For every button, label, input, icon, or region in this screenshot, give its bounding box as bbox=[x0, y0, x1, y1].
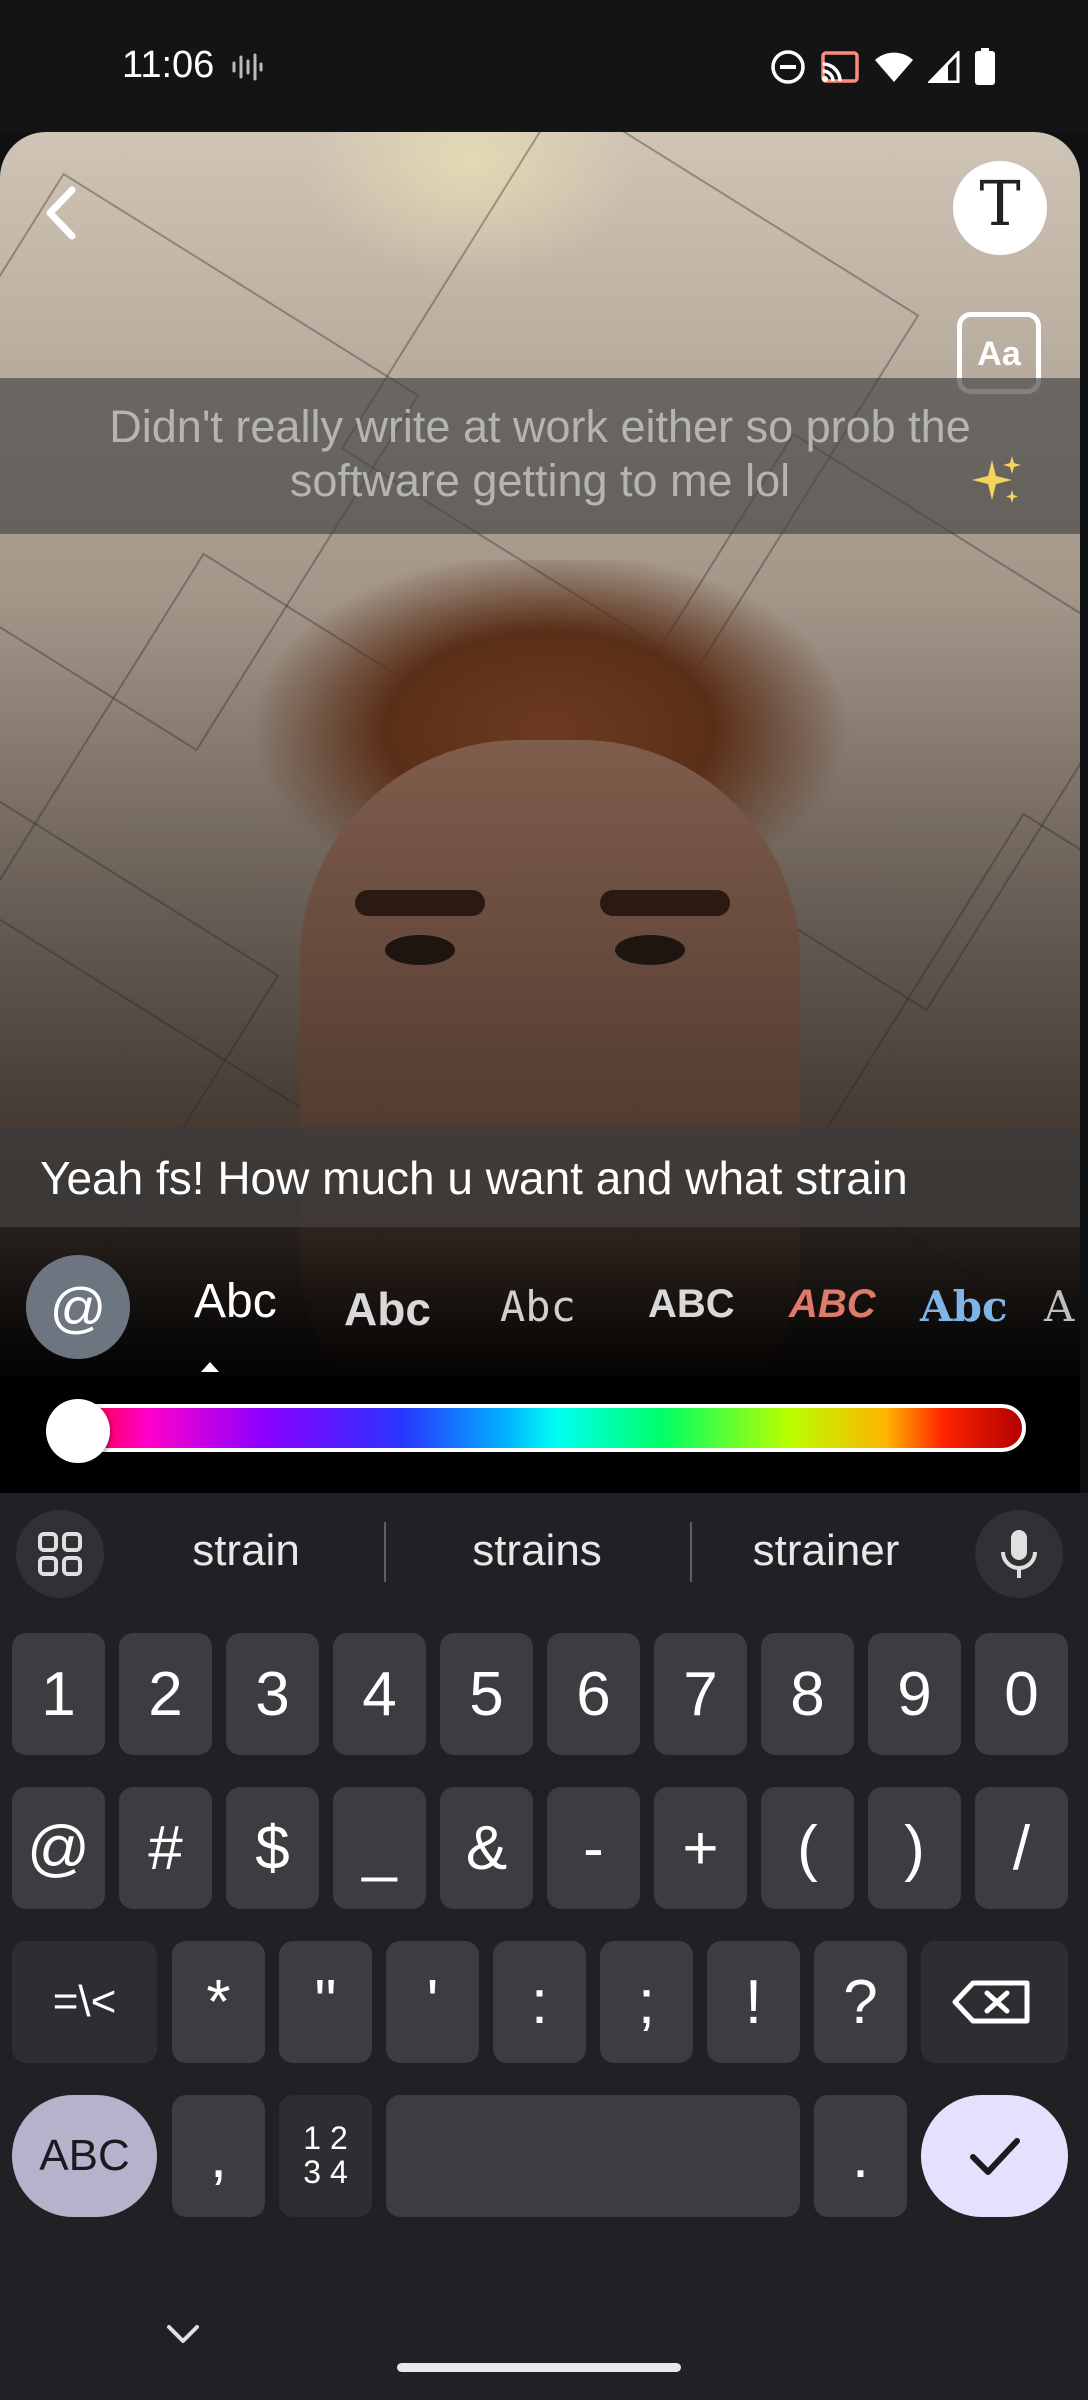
checkmark-icon bbox=[970, 2138, 1020, 2175]
color-slider[interactable] bbox=[48, 1404, 1026, 1452]
key-ampersand[interactable]: & bbox=[440, 1787, 533, 1909]
key-close-paren[interactable]: ) bbox=[868, 1787, 961, 1909]
key-period[interactable]: . bbox=[814, 2095, 907, 2217]
key-single-quote[interactable]: ' bbox=[386, 1941, 479, 2063]
key-3[interactable]: 3 bbox=[226, 1633, 319, 1755]
key-dollar[interactable]: $ bbox=[226, 1787, 319, 1909]
key-abc[interactable]: ABC bbox=[12, 2095, 157, 2217]
text-style-icon: Aa bbox=[977, 335, 1021, 373]
do-not-disturb-icon bbox=[771, 50, 805, 84]
key-plus[interactable]: + bbox=[654, 1787, 747, 1909]
key-backspace[interactable] bbox=[921, 1941, 1068, 2063]
subject-eye bbox=[385, 935, 455, 965]
key-open-paren[interactable]: ( bbox=[761, 1787, 854, 1909]
backspace-icon bbox=[952, 1980, 1030, 2024]
voice-input-button[interactable] bbox=[975, 1510, 1063, 1598]
caption-top-text: Didn't really write at work either so pr… bbox=[109, 401, 971, 506]
color-slider-thumb[interactable] bbox=[46, 1399, 110, 1463]
status-time: 11:06 bbox=[122, 44, 215, 86]
gesture-nav-handle[interactable] bbox=[397, 2363, 681, 2372]
wifi-icon bbox=[875, 52, 913, 82]
numpad-label-top: 1 2 bbox=[303, 2120, 348, 2156]
status-icons bbox=[770, 48, 996, 86]
keyboard-menu-button[interactable] bbox=[16, 1510, 104, 1598]
font-option-gothic[interactable]: Abc bbox=[920, 1282, 1008, 1331]
mention-button[interactable]: @ bbox=[26, 1255, 130, 1359]
key-question[interactable]: ? bbox=[814, 1941, 907, 2063]
subject-eye bbox=[615, 935, 685, 965]
suggestion-1[interactable]: strain bbox=[136, 1526, 356, 1576]
suggestion-3[interactable]: strainer bbox=[716, 1526, 936, 1576]
key-slash[interactable]: / bbox=[975, 1787, 1068, 1909]
suggestion-2[interactable]: strains bbox=[427, 1526, 647, 1576]
battery-icon bbox=[975, 48, 995, 85]
numpad-label-bottom: 3 4 bbox=[303, 2154, 348, 2190]
text-tool-icon: T bbox=[979, 167, 1021, 240]
apps-grid-icon bbox=[38, 1532, 82, 1576]
key-numpad[interactable]: 1 2 3 4 bbox=[279, 2095, 372, 2217]
key-6[interactable]: 6 bbox=[547, 1633, 640, 1755]
microphone-icon bbox=[1001, 1530, 1037, 1578]
text-tool-button[interactable]: T bbox=[953, 161, 1047, 255]
cellular-signal-icon bbox=[928, 51, 960, 83]
selected-font-indicator bbox=[201, 1362, 219, 1372]
key-underscore[interactable]: _ bbox=[333, 1787, 426, 1909]
key-at[interactable]: @ bbox=[12, 1787, 105, 1909]
font-option-heavy[interactable]: ABC bbox=[648, 1282, 735, 1327]
key-semicolon[interactable]: ; bbox=[600, 1941, 693, 2063]
key-double-quote[interactable]: " bbox=[279, 1941, 372, 2063]
key-exclamation[interactable]: ! bbox=[707, 1941, 800, 2063]
font-option-retro[interactable]: ABC bbox=[789, 1282, 876, 1327]
key-space[interactable] bbox=[386, 2095, 800, 2217]
cast-icon bbox=[821, 51, 859, 83]
at-icon: @ bbox=[49, 1276, 107, 1339]
key-0[interactable]: 0 bbox=[975, 1633, 1068, 1755]
suggestion-divider bbox=[690, 1522, 692, 1582]
key-comma[interactable]: , bbox=[172, 2095, 265, 2217]
key-hash[interactable]: # bbox=[119, 1787, 212, 1909]
sparkles-icon bbox=[972, 456, 1021, 503]
key-minus[interactable]: - bbox=[547, 1787, 640, 1909]
caption-top[interactable]: Didn't really write at work either so pr… bbox=[0, 378, 1080, 534]
subject-eyebrow bbox=[355, 890, 485, 916]
key-enter[interactable] bbox=[921, 2095, 1068, 2217]
key-5[interactable]: 5 bbox=[440, 1633, 533, 1755]
key-8[interactable]: 8 bbox=[761, 1633, 854, 1755]
key-7[interactable]: 7 bbox=[654, 1633, 747, 1755]
key-more-symbols[interactable]: =\< bbox=[12, 1941, 157, 2063]
status-bar: 11:06 bbox=[0, 0, 1088, 132]
hide-keyboard-chevron-icon[interactable] bbox=[165, 2323, 201, 2345]
sound-wave-icon bbox=[232, 53, 263, 81]
suggestion-divider bbox=[384, 1522, 386, 1582]
font-option-classic[interactable]: Abc bbox=[194, 1274, 277, 1329]
key-asterisk[interactable]: * bbox=[172, 1941, 265, 2063]
key-1[interactable]: 1 bbox=[12, 1633, 105, 1755]
key-2[interactable]: 2 bbox=[119, 1633, 212, 1755]
back-chevron-icon[interactable] bbox=[36, 178, 88, 248]
font-option-typewriter[interactable]: Abc bbox=[500, 1282, 576, 1331]
subject-eyebrow bbox=[600, 890, 730, 916]
font-option-more[interactable]: A bbox=[1044, 1282, 1074, 1331]
caption-bottom-text: Yeah fs! How much u want and what strain bbox=[40, 1152, 908, 1204]
font-option-bold[interactable]: Abc bbox=[344, 1282, 431, 1336]
key-4[interactable]: 4 bbox=[333, 1633, 426, 1755]
key-colon[interactable]: : bbox=[493, 1941, 586, 2063]
key-9[interactable]: 9 bbox=[868, 1633, 961, 1755]
caption-bottom[interactable]: Yeah fs! How much u want and what strain bbox=[0, 1127, 1080, 1227]
